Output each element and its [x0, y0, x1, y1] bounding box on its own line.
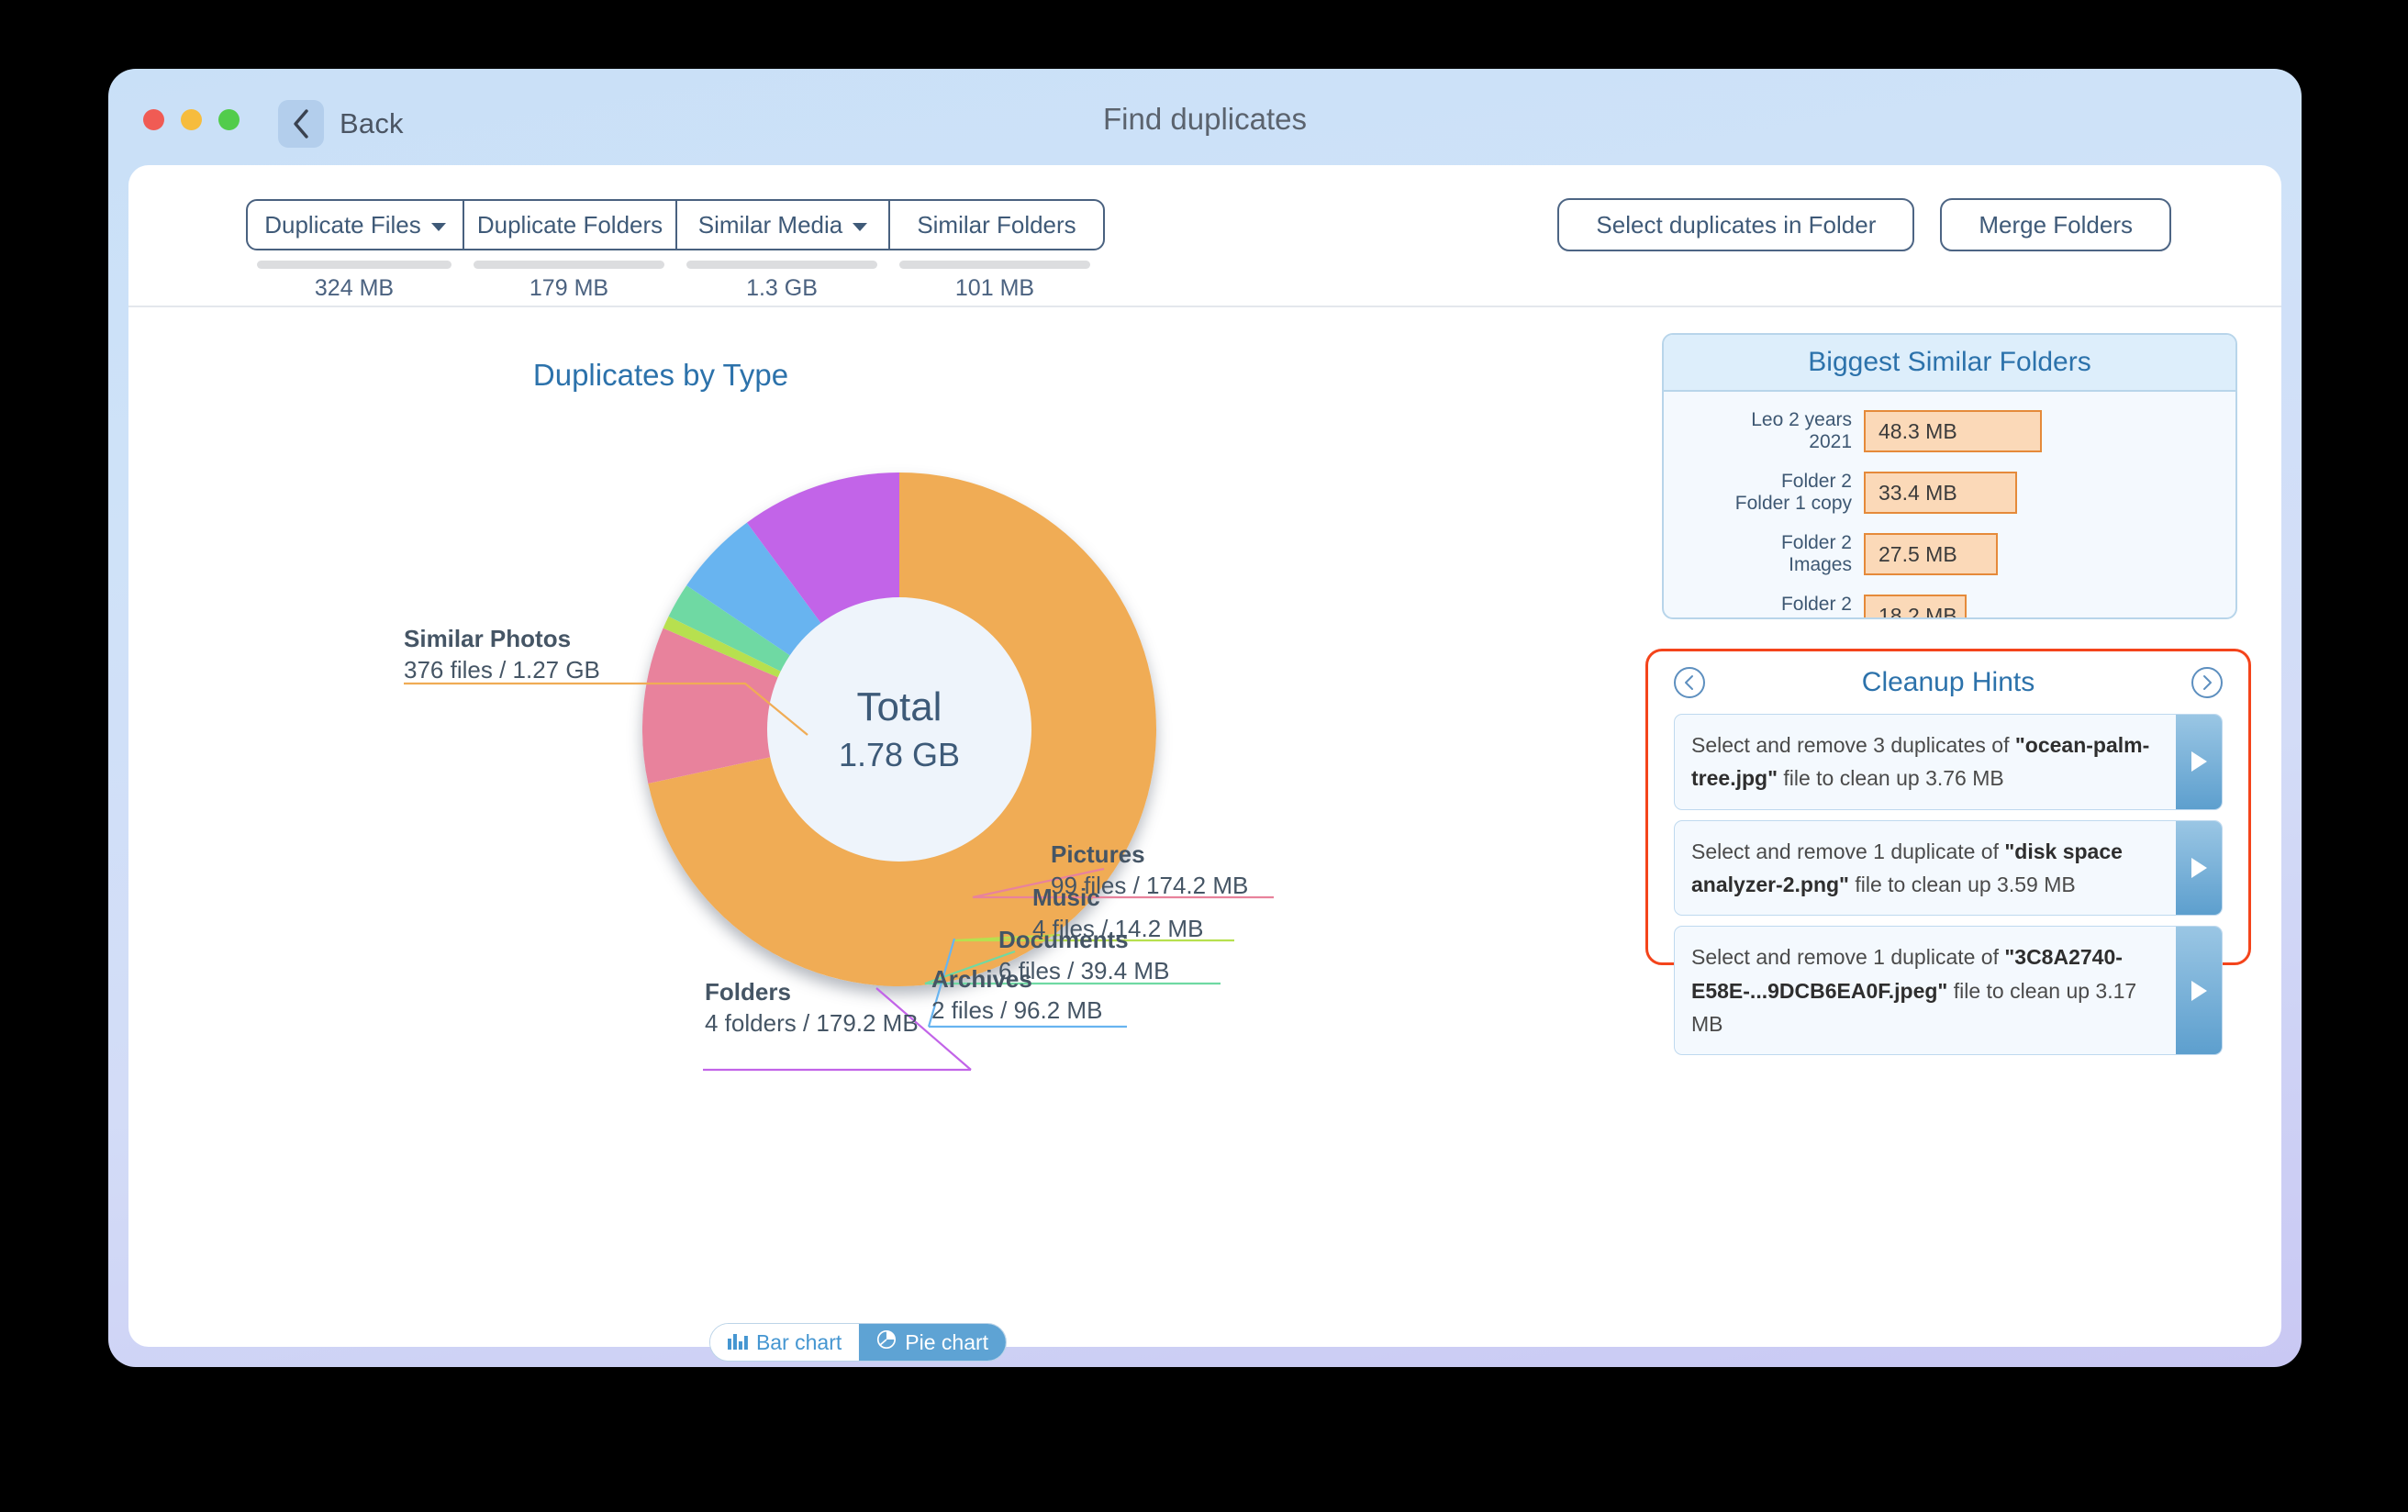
biggest-folder-name: Folder 2 Images [1780, 532, 1852, 575]
title-bar: Back Find duplicates [108, 69, 2302, 170]
tab-size-label: 1.3 GB [746, 275, 818, 301]
cleanup-hint-open-button[interactable] [2176, 820, 2222, 916]
tab-progress-bar [686, 261, 877, 269]
pie-chart-icon [876, 1329, 897, 1355]
chevron-left-icon[interactable] [1674, 667, 1705, 698]
toolbar-actions: Select duplicates in Folder Merge Folder… [1557, 198, 2171, 251]
cleanup-hint-card[interactable]: Select and remove 3 duplicates of "ocean… [1674, 714, 2223, 810]
tab-size-label: 324 MB [314, 275, 395, 301]
toolbar: Duplicate Files Duplicate Folders Similar … [128, 165, 2281, 307]
biggest-similar-folders-rows: Leo 2 years 2021 48.3 MB Folder 2 Folder 1 c… [1664, 392, 2235, 617]
window-title: Find duplicates [1103, 102, 1307, 136]
callout-detail: 4 folders / 179.2 MB [705, 1008, 919, 1037]
biggest-folder-bar: 33.4 MB [1864, 472, 2017, 514]
pie-chart-toggle-option[interactable]: Pie chart [859, 1324, 1007, 1361]
donut-center: Total 1.78 GB [767, 597, 1031, 862]
tab-progress-bar [899, 261, 1090, 269]
chevron-down-icon[interactable] [430, 222, 446, 231]
pie-chart-toggle-label: Pie chart [905, 1329, 989, 1354]
biggest-folder-row[interactable]: Folder 2Folder 1 18.2 MB [1664, 594, 2235, 617]
app-window: Back Find duplicates Duplicate Files Dupl… [108, 69, 2302, 1367]
biggest-similar-folders-title: Biggest Similar Folders [1664, 335, 2235, 392]
bar-chart-toggle-option[interactable]: Bar chart [709, 1324, 860, 1361]
tab-progress-bar [474, 261, 664, 269]
biggest-folder-row[interactable]: Folder 2 Folder 1 copy 33.4 MB [1664, 471, 2235, 514]
cleanup-hint-open-button[interactable] [2176, 715, 2222, 809]
tab-label: Similar Media [697, 210, 843, 239]
cleanup-hint-text: Select and remove 1 duplicate of "3C8A27… [1691, 945, 2137, 1036]
chevron-right-icon[interactable] [2191, 667, 2223, 698]
bar-chart-toggle-label: Bar chart [755, 1329, 842, 1354]
callout-title: Pictures [1051, 840, 1145, 868]
cleanup-hints-panel: Cleanup Hints Select and remove 3 duplic… [1645, 649, 2251, 1056]
callout-title: Music [1032, 884, 1100, 911]
content-card: Duplicate Files Duplicate Folders Similar … [128, 165, 2281, 1362]
tab-duplicate-folders[interactable]: Duplicate Folders [464, 201, 677, 249]
cleanup-hint-card[interactable]: Select and remove 1 duplicate of "disk s… [1674, 819, 2223, 917]
tab-label: Duplicate Files [264, 210, 421, 239]
segmented-tabs: Duplicate Files Duplicate Folders Similar … [246, 199, 1105, 250]
donut-total-label: Total [856, 684, 942, 729]
cleanup-hints-list: Select and remove 3 duplicates of "ocean… [1648, 714, 2248, 1056]
callout-title: Folders [705, 978, 791, 1006]
chart-type-toggle[interactable]: Bar chart Pie chart [708, 1323, 1008, 1362]
bar-chart-icon [727, 1330, 748, 1355]
tab-size-label: 179 MB [529, 275, 609, 301]
callout-similar-photos: Similar Photos 376 files / 1.27 GB [404, 624, 679, 686]
callout-detail: 376 files / 1.27 GB [404, 655, 600, 684]
cleanup-hint-open-button[interactable] [2176, 927, 2222, 1055]
select-duplicates-in-folder-button[interactable]: Select duplicates in Folder [1557, 198, 1915, 251]
tab-label: Duplicate Folders [476, 210, 663, 239]
callout-title: Documents [998, 926, 1129, 953]
cleanup-hint-text: Select and remove 1 duplicate of "disk s… [1691, 839, 2123, 896]
biggest-folder-name: Leo 2 years 2021 [1751, 409, 1852, 452]
biggest-similar-folders-panel: Biggest Similar Folders Leo 2 years 2021 4… [1662, 333, 2237, 619]
callout-folders: Folders 4 folders / 179.2 MB [705, 977, 980, 1040]
main-area: Duplicates by Type Total 1.78 GB Similar… [128, 307, 2281, 1362]
callout-title: Similar Photos [404, 625, 572, 652]
cleanup-hints-header: Cleanup Hints [1648, 651, 2248, 714]
biggest-folder-row[interactable]: Leo 2 years 2021 48.3 MB [1664, 409, 2235, 452]
biggest-folder-name: Folder 2 Folder 1 copy [1734, 471, 1852, 514]
biggest-folder-bar: 27.5 MB [1864, 533, 1998, 575]
merge-folders-button[interactable]: Merge Folders [1940, 198, 2171, 251]
play-triangle-icon [2191, 751, 2207, 773]
cleanup-hint-text: Select and remove 3 duplicates of "ocean… [1691, 733, 2150, 791]
duplicates-by-type-chart-panel: Duplicates by Type Total 1.78 GB Similar… [128, 307, 1638, 1362]
right-column: Biggest Similar Folders Leo 2 years 2021 4… [1638, 307, 2281, 1345]
tab-size-label: 101 MB [954, 275, 1035, 301]
tab-similar-folders[interactable]: Similar Folders [890, 201, 1103, 249]
play-triangle-icon [2191, 857, 2207, 878]
tab-label: Similar Folders [917, 210, 1076, 239]
biggest-folder-bar: 48.3 MB [1864, 410, 2042, 452]
tab-similar-media[interactable]: Similar Media [677, 201, 890, 249]
chevron-down-icon[interactable] [853, 222, 868, 231]
tab-duplicate-files[interactable]: Duplicate Files [248, 201, 464, 249]
biggest-folder-row[interactable]: Folder 2 Images 27.5 MB [1664, 532, 2235, 575]
biggest-folder-bar: 18.2 MB [1864, 595, 1967, 617]
cleanup-hints-title: Cleanup Hints [1861, 667, 2035, 697]
donut-total-value: 1.78 GB [838, 736, 961, 773]
biggest-folder-name: Folder 2Folder 1 [1780, 594, 1852, 617]
tab-progress-bar [257, 261, 452, 269]
cleanup-hint-card[interactable]: Select and remove 1 duplicate of "3C8A27… [1674, 926, 2223, 1056]
chart-title: Duplicates by Type [532, 358, 789, 392]
play-triangle-icon [2191, 980, 2207, 1001]
